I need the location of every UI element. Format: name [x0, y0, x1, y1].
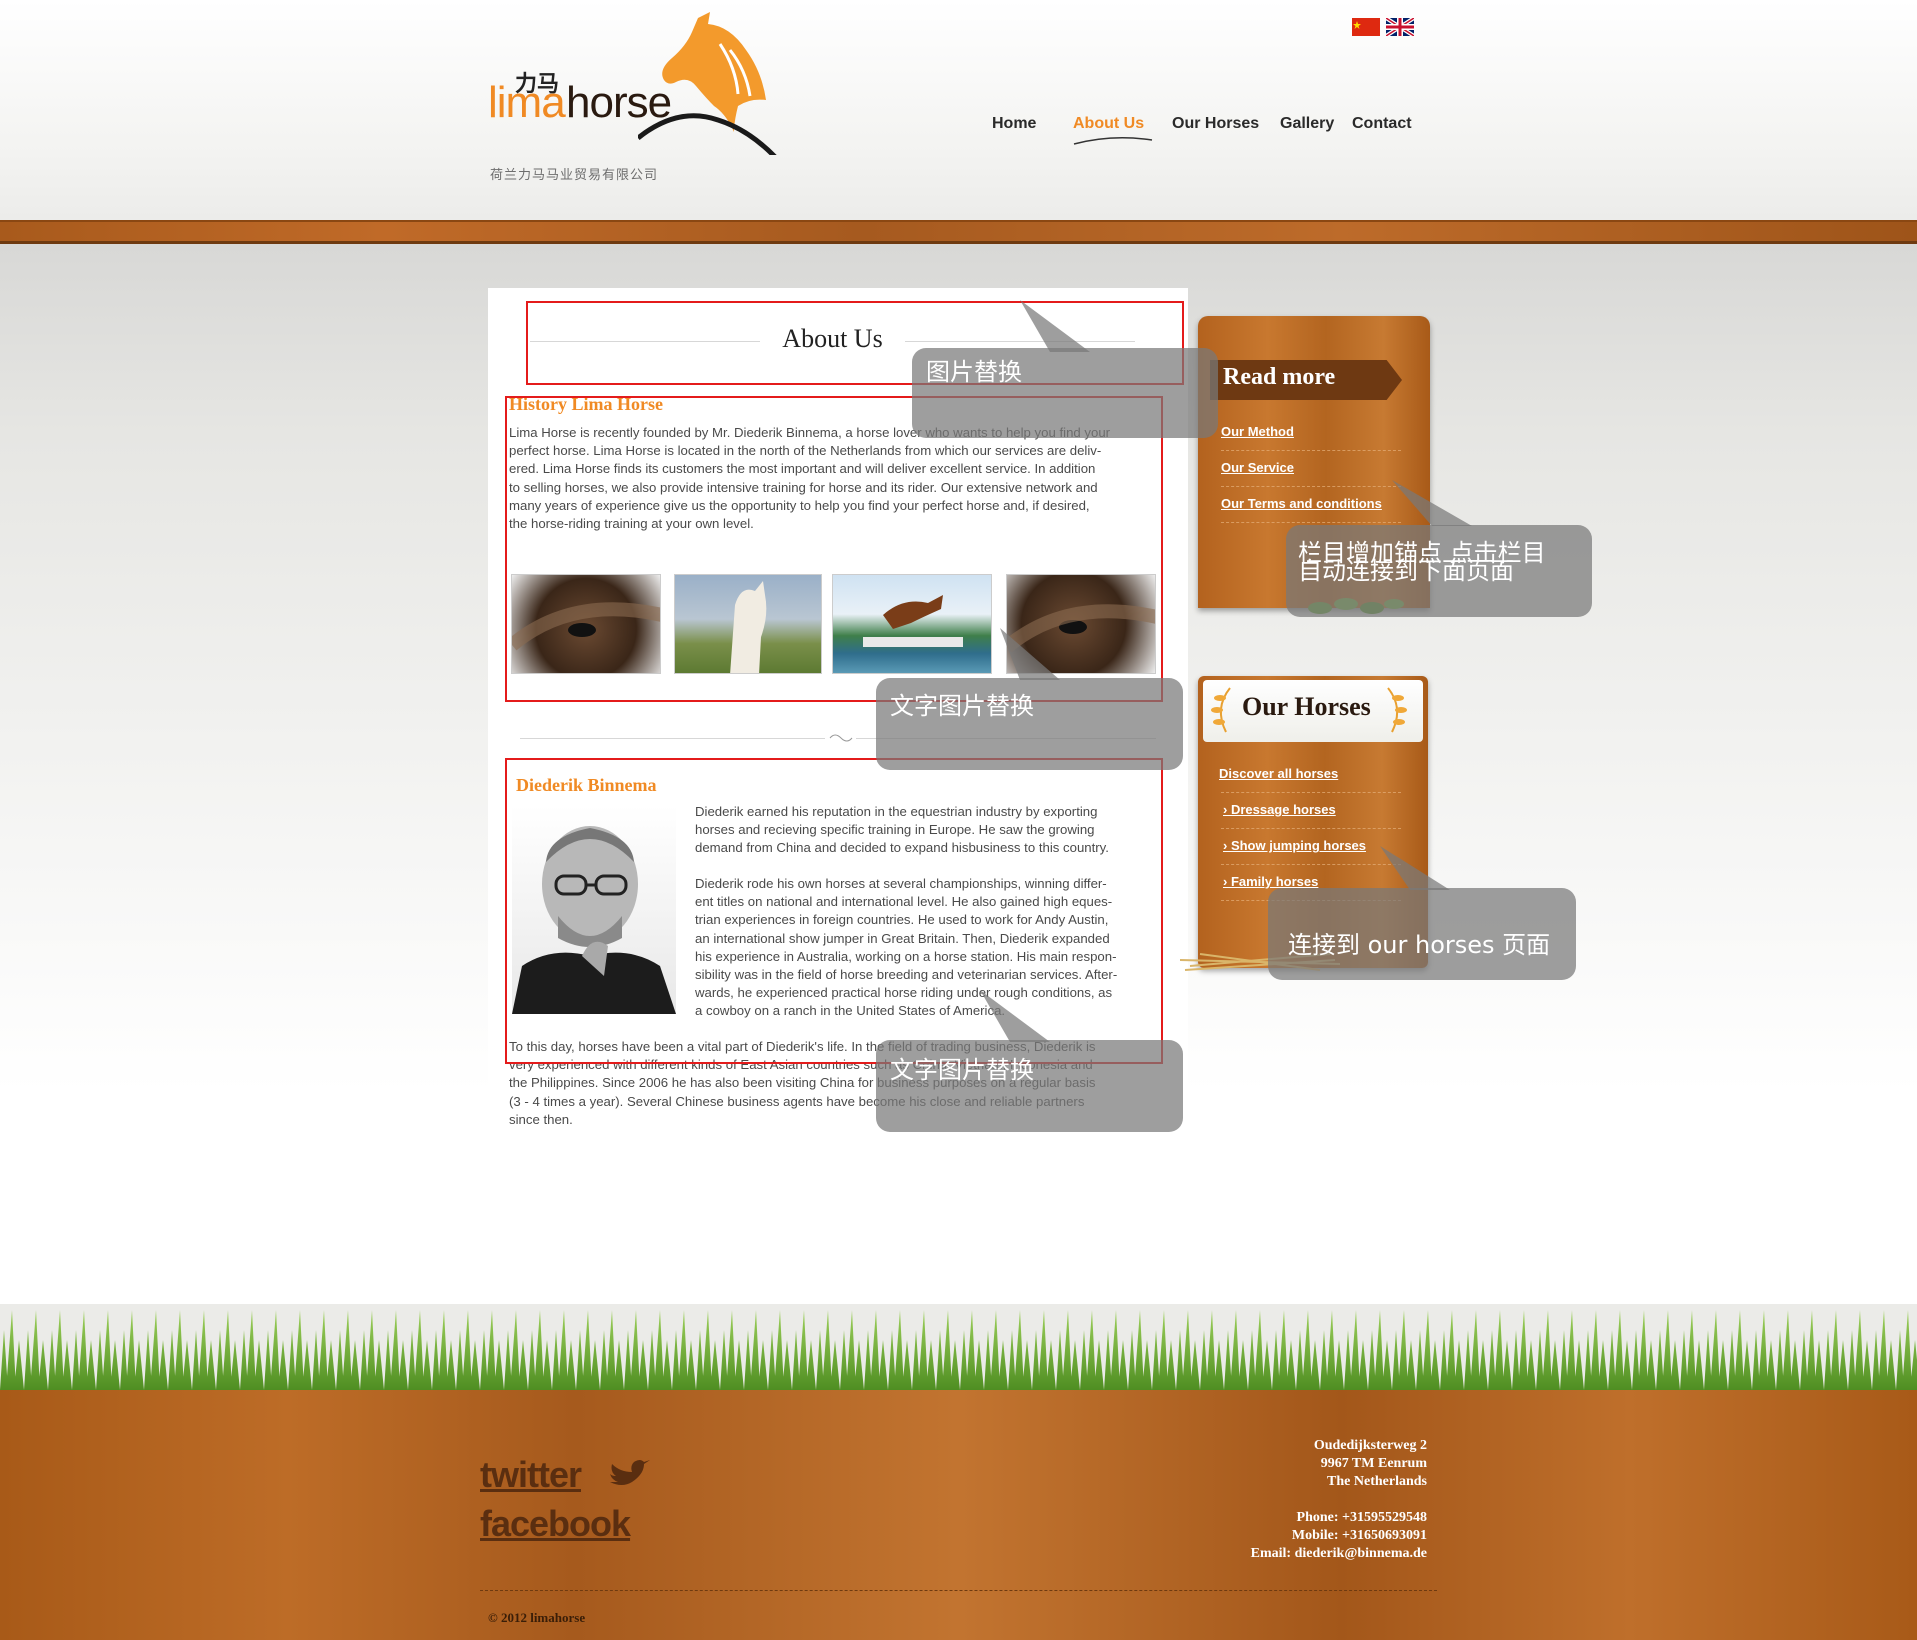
uk-flag-icon[interactable] — [1384, 16, 1416, 38]
nav-gallery[interactable]: Gallery — [1280, 115, 1334, 133]
callout-text-image-replace-2-label: 文字图片替换 — [890, 1056, 1034, 1084]
facebook-link[interactable]: facebook — [480, 1503, 631, 1545]
annotation-box-person — [505, 758, 1163, 1064]
footer-address: Oudedijksterweg 2 9967 TM Eenrum The Net… — [1313, 1438, 1427, 1489]
link-discover-all-horses[interactable]: Discover all horses — [1219, 766, 1338, 781]
annotation-box-history — [505, 396, 1163, 702]
footer-email[interactable]: Email: diederik@binnema.de — [1180, 1545, 1427, 1563]
callout-anchor-line2: 自动连接到下面页面 — [1298, 557, 1514, 585]
grass-decoration — [0, 1300, 1917, 1390]
read-more-sep-3 — [1221, 522, 1401, 523]
read-more-title: Read more — [1223, 364, 1336, 390]
read-more-sep-2 — [1221, 486, 1401, 487]
link-dressage-horses[interactable]: › Dressage horses — [1223, 802, 1336, 817]
footer-contact: Phone: +31595529548 Mobile: +31650693091… — [1180, 1509, 1427, 1563]
logo-lima-text: lima — [488, 78, 566, 127]
read-more-link-method[interactable]: Our Method — [1221, 424, 1294, 439]
twitter-bird-icon[interactable] — [608, 1458, 650, 1492]
callout-pointer-3 — [1000, 628, 1060, 680]
our-horses-sep-3 — [1221, 864, 1401, 865]
logo-horse-text: horse — [566, 78, 672, 127]
wood-plank-divider — [0, 220, 1917, 244]
footer-divider — [480, 1590, 1437, 1591]
footer — [0, 1390, 1917, 1640]
laurel-left-icon — [1211, 687, 1231, 733]
callout-text-image-replace-label: 文字图片替换 — [890, 692, 1034, 720]
callout-pointer-5 — [980, 990, 1050, 1042]
read-more-link-service[interactable]: Our Service — [1221, 460, 1294, 475]
our-horses-title: Our Horses — [1242, 692, 1371, 721]
section-divider-left — [520, 738, 825, 739]
callout-pointer-4 — [1380, 846, 1450, 890]
nav-about-us[interactable]: About Us — [1073, 115, 1144, 133]
copyright: © 2012 limahorse — [488, 1610, 586, 1625]
read-more-link-terms[interactable]: Our Terms and conditions — [1221, 496, 1382, 511]
divider-ornament-icon — [829, 734, 853, 742]
logo[interactable]: 力马 lima horse — [488, 10, 778, 180]
nav-our-horses[interactable]: Our Horses — [1172, 115, 1259, 133]
twitter-link[interactable]: twitter — [480, 1454, 582, 1496]
our-horses-sep-2 — [1221, 828, 1401, 829]
read-more-sep-1 — [1221, 450, 1401, 451]
nav-contact[interactable]: Contact — [1352, 115, 1412, 133]
callout-image-replace-text: 图片替换 — [926, 358, 1022, 386]
callout-link-horses-text: 连接到 our horses 页面 — [1288, 931, 1551, 959]
nav-active-swoosh — [1073, 137, 1153, 145]
company-tagline: 荷兰力马马业贸易有限公司 — [490, 167, 659, 182]
link-show-jumping-horses[interactable]: › Show jumping horses — [1223, 838, 1366, 853]
callout-pointer-2 — [1392, 480, 1472, 526]
callout-pointer-1 — [1020, 300, 1090, 352]
laurel-right-icon — [1387, 687, 1407, 733]
header-background — [0, 0, 1917, 220]
our-horses-sep-1 — [1221, 792, 1401, 793]
nav-home[interactable]: Home — [992, 115, 1036, 133]
china-flag-icon[interactable] — [1352, 18, 1380, 36]
link-family-horses[interactable]: › Family horses — [1223, 874, 1318, 889]
